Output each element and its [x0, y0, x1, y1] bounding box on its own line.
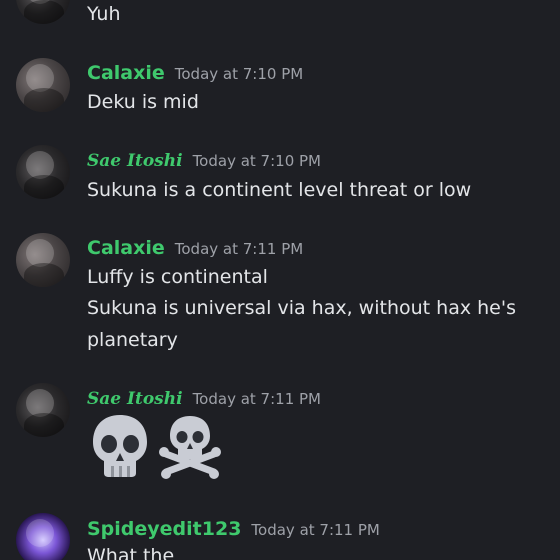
username[interactable]: Calaxie — [87, 237, 165, 259]
username[interactable]: Spideyedit123 — [87, 518, 241, 540]
timestamp: Today at 7:10 PM — [192, 152, 321, 170]
message-text: Deku is mid — [87, 91, 199, 113]
message-text: Yuh — [87, 3, 121, 25]
username[interactable]: Calaxie — [87, 62, 165, 84]
spidey-avatar[interactable] — [16, 513, 70, 560]
message-text: What the — [87, 545, 175, 560]
message-text-line-3: planetary — [87, 329, 178, 351]
message-header: Calaxie Today at 7:11 PM — [87, 237, 303, 259]
message-header: Calaxie Today at 7:10 PM — [87, 62, 303, 84]
message-header: Sae Itoshi Today at 7:10 PM — [87, 151, 321, 171]
timestamp: Today at 7:10 PM — [174, 65, 304, 83]
sae-avatar[interactable] — [16, 145, 70, 199]
chat-message-list[interactable]: Yuh Calaxie Today at 7:10 PM Deku is mid… — [0, 0, 560, 560]
skull-and-crossbones-emoji — [159, 416, 221, 479]
calaxie-avatar[interactable] — [16, 233, 70, 287]
message-header: Spideyedit123 Today at 7:11 PM — [87, 518, 380, 540]
timestamp: Today at 7:11 PM — [251, 521, 380, 539]
skull-emoji — [93, 415, 147, 477]
sae-avatar[interactable] — [16, 0, 70, 24]
message-text-line-2: Sukuna is universal via hax, without hax… — [87, 297, 516, 319]
timestamp: Today at 7:11 PM — [192, 390, 321, 408]
calaxie-avatar[interactable] — [16, 58, 70, 112]
timestamp: Today at 7:11 PM — [174, 240, 304, 258]
message-text-line-1: Luffy is continental — [87, 266, 268, 288]
message-text: Sukuna is a continent level threat or lo… — [87, 179, 472, 201]
username[interactable]: Sae Itoshi — [87, 389, 183, 409]
sae-avatar[interactable] — [16, 383, 70, 437]
emoji-row — [90, 412, 224, 480]
message-header: Sae Itoshi Today at 7:11 PM — [87, 389, 321, 409]
username[interactable]: Sae Itoshi — [87, 151, 183, 171]
